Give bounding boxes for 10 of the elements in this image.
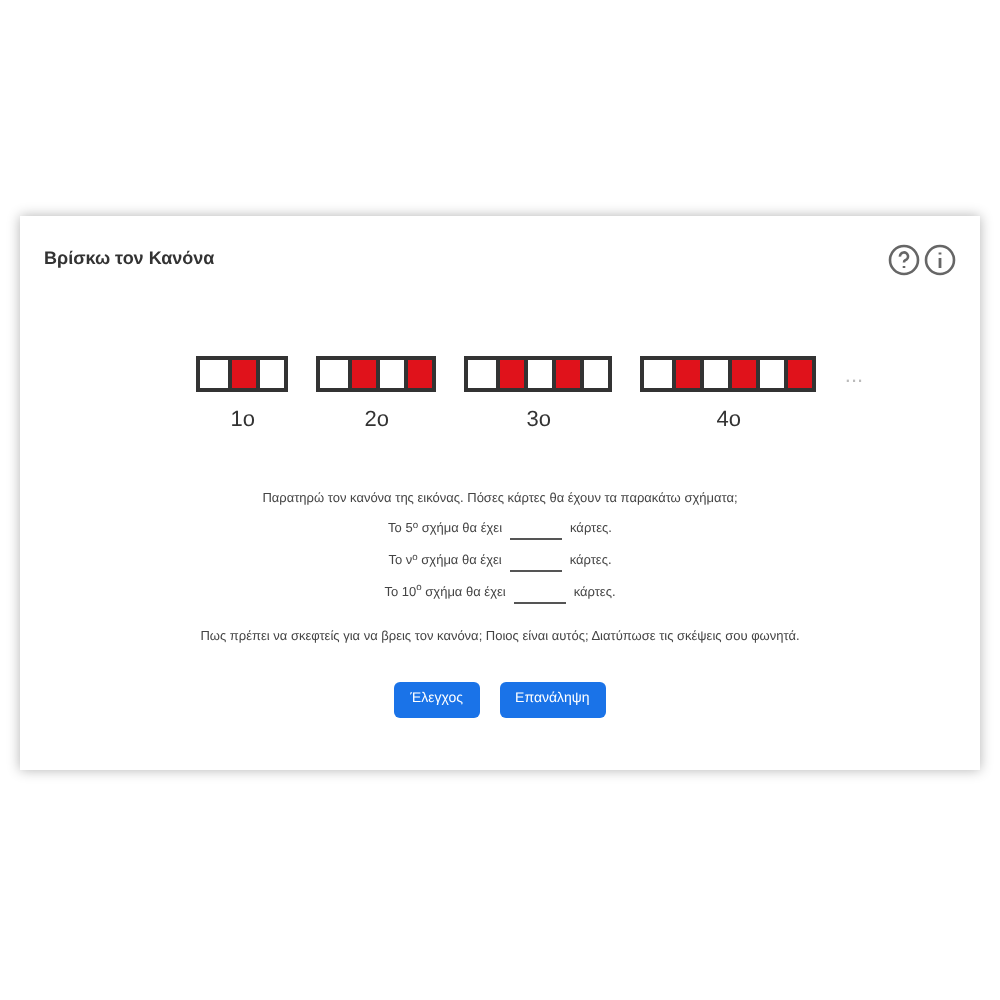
card-strip: [196, 356, 289, 392]
card-strip: [316, 356, 437, 392]
ellipsis: ...: [844, 362, 864, 392]
help-icon[interactable]: [888, 244, 920, 276]
card-title: Βρίσκω τον Κανόνα: [44, 246, 215, 273]
info-icon[interactable]: [924, 244, 956, 276]
figure-label: 1ο: [230, 406, 256, 436]
figure-label: 4ο: [716, 406, 742, 436]
figure-label: 2ο: [364, 406, 390, 436]
figure-label: 3ο: [526, 406, 552, 436]
